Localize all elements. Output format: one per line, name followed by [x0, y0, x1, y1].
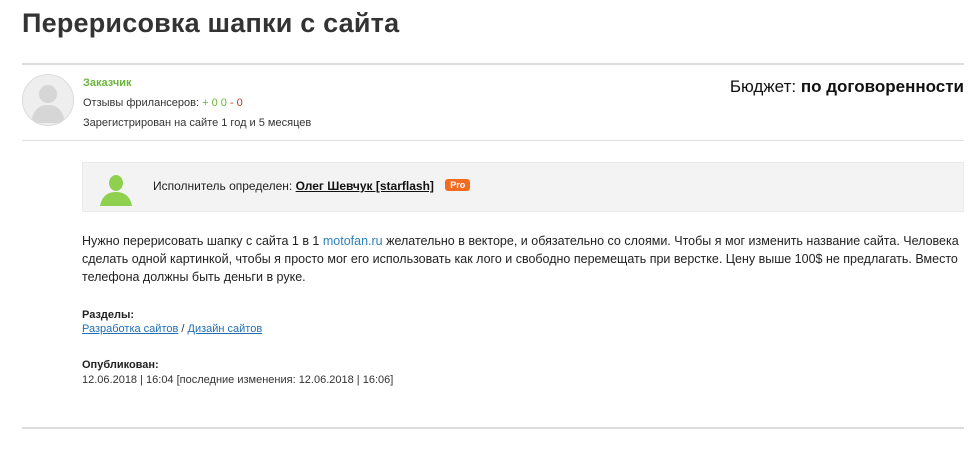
executor-info: Исполнитель определен: Олег Шевчук [star…	[153, 179, 471, 193]
section-separator: /	[181, 323, 185, 335]
customer-role-label[interactable]: Заказчик	[83, 77, 131, 89]
divider	[22, 140, 964, 141]
divider	[22, 427, 964, 429]
section-link-web-design[interactable]: Дизайн сайтов	[188, 323, 263, 335]
motofan-link[interactable]: motofan.ru	[323, 234, 383, 248]
section-link-web-development[interactable]: Разработка сайтов	[82, 323, 178, 335]
user-silhouette-icon	[31, 85, 65, 123]
page-title: Перерисовка шапки с сайта	[22, 8, 400, 38]
customer-avatar[interactable]	[22, 74, 74, 126]
pro-badge: Pro	[445, 179, 471, 191]
description-text-start: Нужно перерисовать шапку с сайта 1 в 1	[82, 234, 323, 248]
divider	[22, 63, 964, 65]
budget-value: по договоренности	[800, 77, 964, 96]
budget: Бюджет: по договоренности	[730, 77, 964, 97]
published-label: Опубликован:	[82, 359, 159, 371]
reviews-negative[interactable]: - 0	[230, 97, 243, 109]
executor-name-link[interactable]: Олег Шевчук [starflash]	[296, 179, 434, 193]
customer-reviews: Отзывы фрилансеров: + 0 0 - 0	[83, 97, 243, 109]
published-date: 12.06.2018 | 16:04 [последние изменения:…	[82, 374, 394, 386]
sections-list: Разработка сайтов / Дизайн сайтов	[82, 323, 262, 335]
reviews-label: Отзывы фрилансеров:	[83, 97, 200, 109]
project-description: Нужно перерисовать шапку с сайта 1 в 1 m…	[82, 232, 962, 286]
executor-avatar-icon[interactable]	[97, 171, 135, 207]
executor-label: Исполнитель определен:	[153, 179, 293, 193]
registration-info: Зарегистрирован на сайте 1 год и 5 месяц…	[83, 117, 312, 129]
reviews-positive[interactable]: + 0	[202, 97, 218, 109]
reviews-neutral[interactable]: 0	[221, 97, 227, 109]
sections-label: Разделы:	[82, 309, 135, 321]
budget-label: Бюджет:	[729, 77, 797, 96]
executor-panel: Исполнитель определен: Олег Шевчук [star…	[82, 162, 964, 212]
